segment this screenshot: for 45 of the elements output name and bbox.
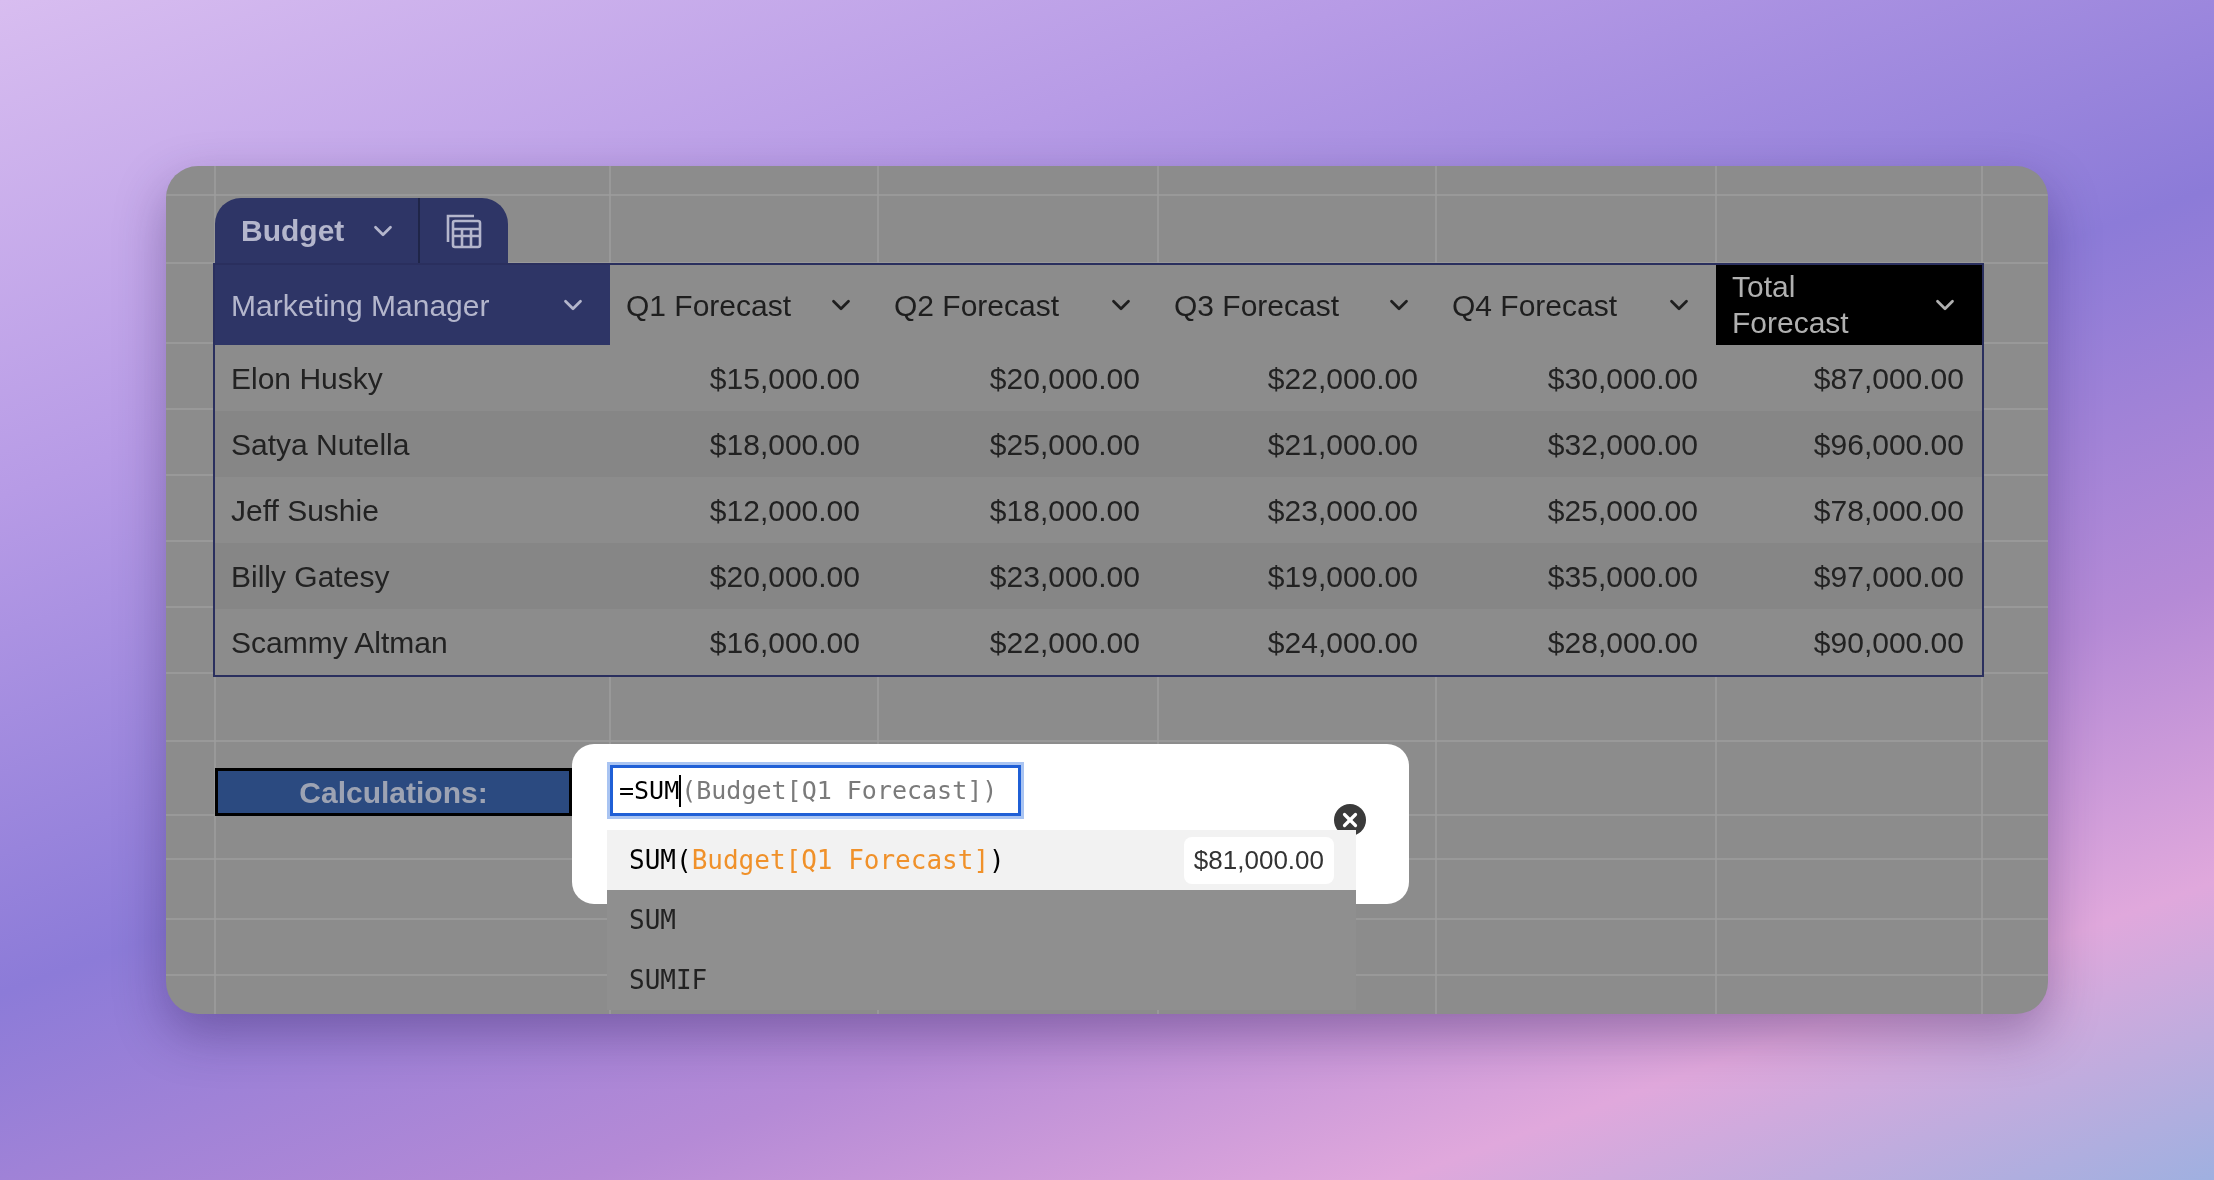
table-cell-text: $15,000.00 <box>708 360 861 397</box>
table-cell-text: $18,000.00 <box>988 492 1141 529</box>
column-header[interactable]: Q2 Forecast <box>878 265 1158 345</box>
table-cell-text: Elon Husky <box>230 360 384 397</box>
column-header[interactable]: Marketing Manager <box>215 265 610 345</box>
table-cell-text: Scammy Altman <box>230 624 449 661</box>
table-cell-text: $28,000.00 <box>1546 624 1699 661</box>
table-cell-text: $78,000.00 <box>1812 492 1965 529</box>
column-header[interactable]: Total Forecast <box>1716 265 1982 345</box>
column-header[interactable]: Q4 Forecast <box>1436 265 1716 345</box>
table-cell-text: $23,000.00 <box>988 558 1141 595</box>
table-cell-text: $23,000.00 <box>1266 492 1419 529</box>
table-cell-text: $22,000.00 <box>1266 360 1419 397</box>
formula-input-field[interactable]: =SUM(Budget[Q1 Forecast]) <box>610 765 1021 816</box>
table-cell-text: Billy Gatesy <box>230 558 391 595</box>
suggestion-item[interactable]: SUM(Budget[Q1 Forecast]) $81,000.00 <box>607 830 1356 890</box>
suggestion-item[interactable]: SUM <box>607 890 1356 950</box>
table-cell-text: $20,000.00 <box>708 558 861 595</box>
table-cell-text: $25,000.00 <box>1546 492 1699 529</box>
result-value: $81,000.00 <box>1183 836 1334 884</box>
column-header[interactable]: Q1 Forecast <box>610 265 878 345</box>
table-cell-text: $96,000.00 <box>1812 426 1965 463</box>
table-cell-text: $20,000.00 <box>988 360 1141 397</box>
table-cell-text: $87,000.00 <box>1812 360 1965 397</box>
table-cell-text: $24,000.00 <box>1266 624 1419 661</box>
table-cell-text: $25,000.00 <box>988 426 1141 463</box>
table-cell-text: Jeff Sushie <box>230 492 380 529</box>
table-cell-text: $90,000.00 <box>1812 624 1965 661</box>
table-cell-text: $21,000.00 <box>1266 426 1419 463</box>
table-cell-text: $35,000.00 <box>1546 558 1699 595</box>
budget-tab[interactable]: Budget <box>215 198 421 263</box>
table-cell-text: $12,000.00 <box>708 492 861 529</box>
column-header[interactable]: Q3 Forecast <box>1158 265 1436 345</box>
sheet-tab[interactable]: Budget <box>215 198 509 263</box>
text-cursor <box>679 774 682 807</box>
table-cell-text: $19,000.00 <box>1266 558 1419 595</box>
suggestion-item[interactable]: SUMIF <box>607 950 1356 1010</box>
table-cell-text: $16,000.00 <box>708 624 861 661</box>
calculations-label: Calculations: <box>215 768 572 816</box>
table-cell-text: $30,000.00 <box>1546 360 1699 397</box>
table-cell-text: $22,000.00 <box>988 624 1141 661</box>
table-cell-text: $18,000.00 <box>708 426 861 463</box>
table-cell-text: Satya Nutella <box>230 426 411 463</box>
table-cell-text: $97,000.00 <box>1812 558 1965 595</box>
table-cell-text: $32,000.00 <box>1546 426 1699 463</box>
